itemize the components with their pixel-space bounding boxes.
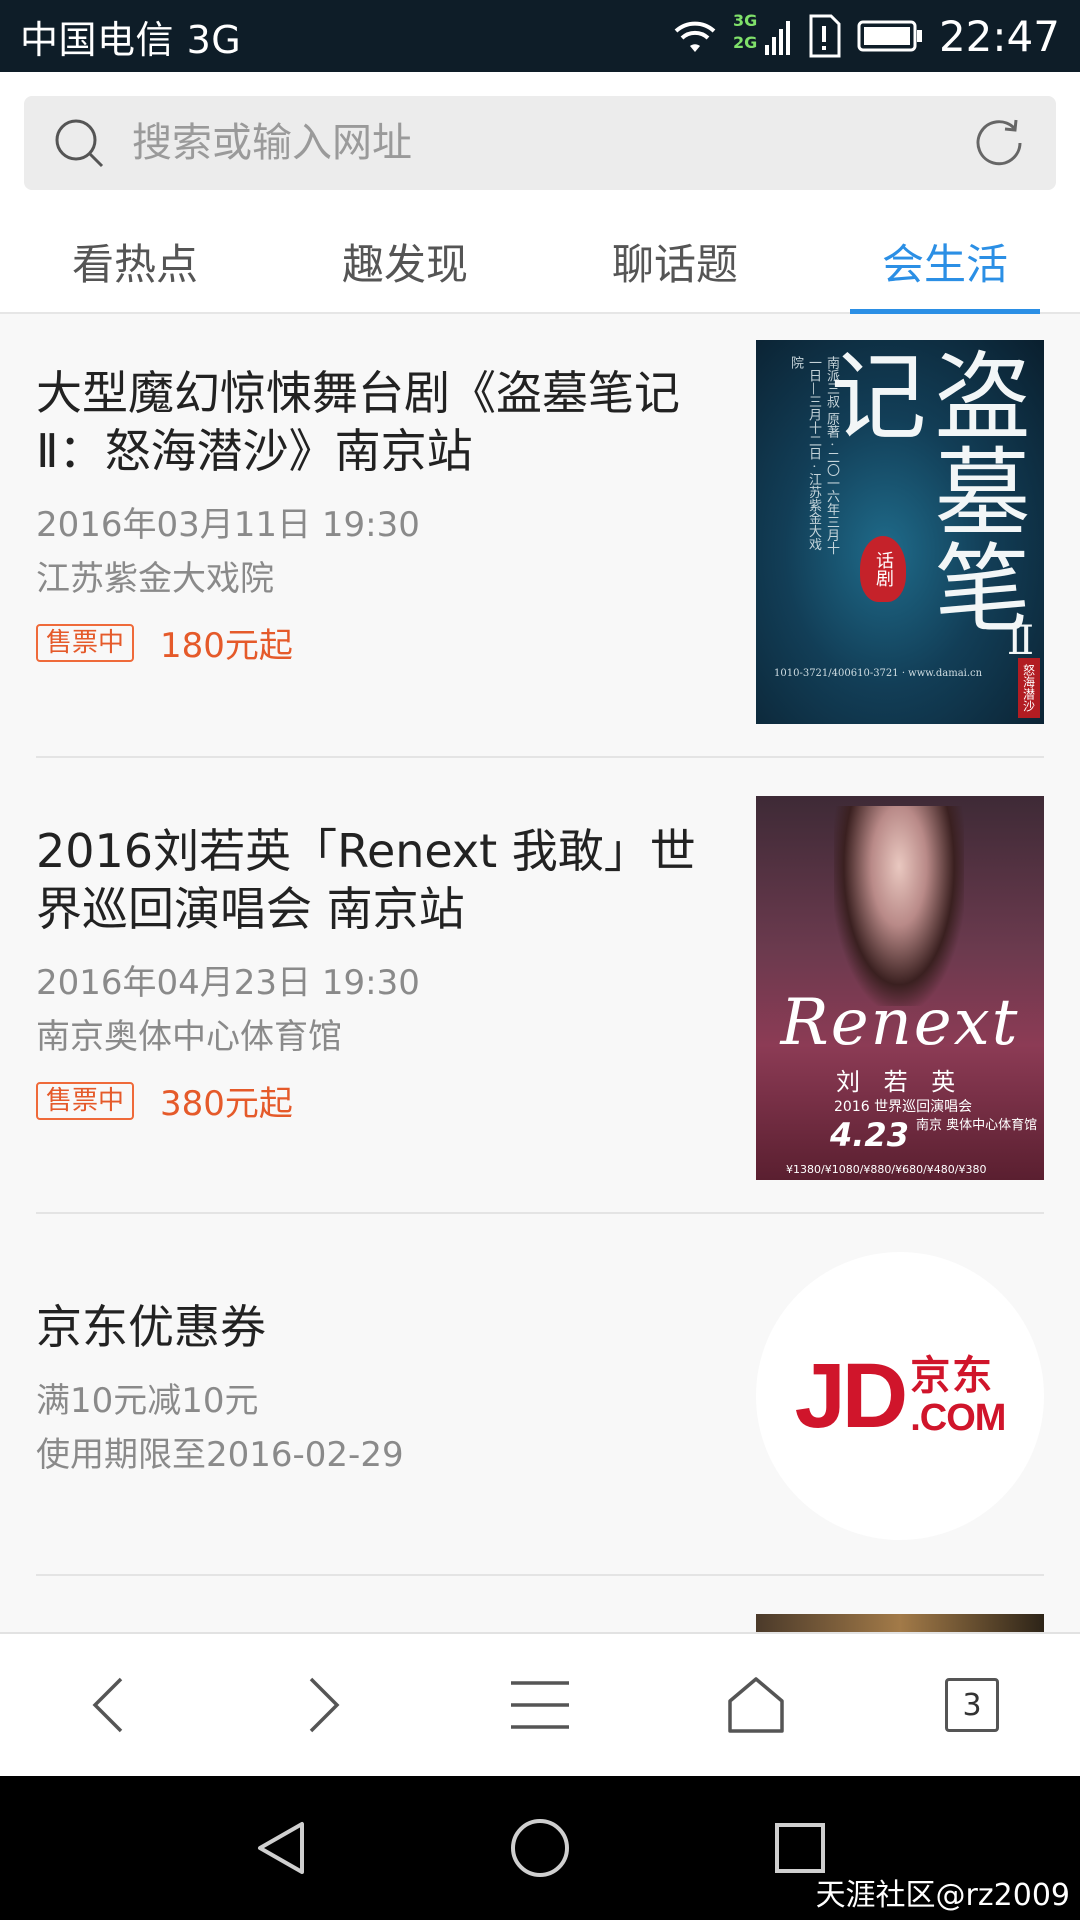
status-icons: 3G 2G 22:47 [673, 11, 1060, 61]
search-area [0, 72, 1080, 210]
status-bar: 中国电信 3G 3G 2G 22:47 [0, 0, 1080, 72]
sim-alert-icon [807, 14, 841, 58]
refresh-icon[interactable] [970, 114, 1028, 172]
poster-date: 4.23 [830, 1116, 909, 1154]
card-price: 380元起 [160, 1084, 293, 1124]
jd-logo: JD 京东 .COM [794, 1344, 1007, 1449]
search-input[interactable] [132, 120, 970, 166]
card-title: 大型魔幻惊悚舞台剧《盗墓笔记Ⅱ：怒海潜沙》南京站 [36, 366, 680, 478]
watermark: 天涯社区@rz2009 [815, 1878, 1070, 1913]
forward-icon [309, 1677, 340, 1733]
card-date: 2016年04月23日 19:30 [36, 963, 420, 1003]
square-recents-icon [775, 1823, 825, 1873]
status-badge: 售票中 [36, 623, 135, 662]
signal-icon: 3G 2G [733, 11, 791, 61]
clock: 22:47 [938, 11, 1060, 61]
triangle-back-icon [258, 1822, 304, 1874]
card-date: 2016年03月11日 19:30 [36, 505, 420, 545]
jd-thumbnail[interactable]: JD 京东 .COM [756, 1252, 1044, 1540]
jd-logo-cn: 京东 [910, 1354, 995, 1398]
circle-home-icon [511, 1819, 569, 1877]
poster-seal: 话剧 [860, 536, 906, 602]
jd-logo-text: 京东 .COM [910, 1354, 1006, 1439]
poster-thumbnail[interactable]: 南派三叔 原著 · 二〇一六年三月十一日—三月十二日 · 江苏紫金大戏院 盗墓笔… [756, 340, 1044, 724]
card-text: 2016刘若英「Renext 我敢」世界巡回演唱会 南京站 2016年04月23… [36, 822, 716, 1125]
battery-icon [857, 19, 923, 53]
network-3g-label: 3G [732, 11, 758, 30]
poster-image: Renext 刘 若 英 2016 世界巡回演唱会 4.23 南京 奥体中心体育… [756, 796, 1044, 1180]
coupon-expiry: 使用期限至2016-02-29 [36, 1435, 404, 1475]
forward-button[interactable] [279, 1660, 369, 1750]
jd-logo-com: .COM [910, 1397, 1006, 1439]
poster-script-title: Renext [780, 986, 1020, 1060]
card-text: 京东优惠券 满10元减10元 使用期限至2016-02-29 [36, 1298, 716, 1482]
back-button[interactable] [63, 1660, 153, 1750]
tab-count: 3 [945, 1678, 999, 1732]
price-row: 售票中 180元起 [36, 618, 716, 667]
search-box[interactable] [24, 96, 1056, 190]
feed-card[interactable]: 大型魔幻惊悚舞台剧《盗墓笔记Ⅱ：怒海潜沙》南京站 2016年03月11日 19:… [36, 316, 1044, 758]
card-title: 2016刘若英「Renext 我敢」世界巡回演唱会 南京站 [36, 824, 696, 936]
feed-card[interactable]: 2016刘若英「Renext 我敢」世界巡回演唱会 南京站 2016年04月23… [36, 758, 1044, 1214]
price-row: 售票中 380元起 [36, 1076, 716, 1125]
singer-photo [834, 806, 964, 1006]
card-text: 大型魔幻惊悚舞台剧《盗墓笔记Ⅱ：怒海潜沙》南京站 2016年03月11日 19:… [36, 364, 716, 667]
menu-button[interactable] [495, 1660, 585, 1750]
carrier-label: 中国电信 3G [20, 17, 242, 62]
coupon-desc: 满10元减10元 [36, 1381, 259, 1421]
poster-tour: 2016 世界巡回演唱会 [834, 1099, 973, 1115]
home-button[interactable] [711, 1660, 801, 1750]
menu-icon [511, 1681, 569, 1729]
card-venue: 江苏紫金大戏院 [36, 559, 274, 599]
network-2g-label: 2G [732, 33, 758, 52]
card-price: 180元起 [160, 626, 293, 666]
category-tabs: 看热点 趣发现 聊话题 会生活 [0, 210, 1080, 314]
tab-discover[interactable]: 趣发现 [270, 210, 540, 312]
tabs-button[interactable]: 3 [927, 1660, 1017, 1750]
system-back-button[interactable] [235, 1803, 325, 1893]
jd-logo-badge: JD 京东 .COM [756, 1252, 1044, 1540]
poster-side-tag: 怒海潜沙 [1018, 658, 1040, 718]
system-home-button[interactable] [495, 1803, 585, 1893]
system-nav-bar: 天涯社区@rz2009 [0, 1776, 1080, 1920]
tab-life[interactable]: 会生活 [810, 210, 1080, 314]
poster-footer: 1010-3721/400610-3721 · www.damai.cn [774, 668, 983, 679]
poster-thumbnail[interactable]: Renext 刘 若 英 2016 世界巡回演唱会 4.23 南京 奥体中心体育… [756, 796, 1044, 1180]
poster-singer-name: 刘 若 英 [836, 1068, 964, 1096]
back-icon [92, 1677, 123, 1733]
tab-topics[interactable]: 聊话题 [540, 210, 810, 312]
browser-toolbar: 3 [0, 1632, 1080, 1776]
search-icon [55, 119, 104, 168]
tab-hot[interactable]: 看热点 [0, 210, 270, 312]
poster-venue: 南京 奥体中心体育馆 [916, 1118, 1038, 1133]
next-card-thumbnail[interactable] [756, 1614, 1044, 1632]
jd-logo-mark: JD [794, 1344, 909, 1447]
poster-image: 南派三叔 原著 · 二〇一六年三月十一日—三月十二日 · 江苏紫金大戏院 盗墓笔… [756, 340, 1044, 724]
home-icon [728, 1677, 784, 1733]
card-title: 京东优惠券 [36, 1300, 266, 1354]
status-badge: 售票中 [36, 1081, 135, 1120]
card-venue: 南京奥体中心体育馆 [36, 1017, 342, 1057]
wifi-icon [673, 18, 717, 54]
feed: 大型魔幻惊悚舞台剧《盗墓笔记Ⅱ：怒海潜沙》南京站 2016年03月11日 19:… [0, 316, 1080, 1632]
poster-prices: ¥1380/¥1080/¥880/¥680/¥480/¥380 [786, 1163, 987, 1176]
feed-card[interactable]: 京东优惠券 满10元减10元 使用期限至2016-02-29 JD 京东 .CO… [36, 1214, 1044, 1576]
